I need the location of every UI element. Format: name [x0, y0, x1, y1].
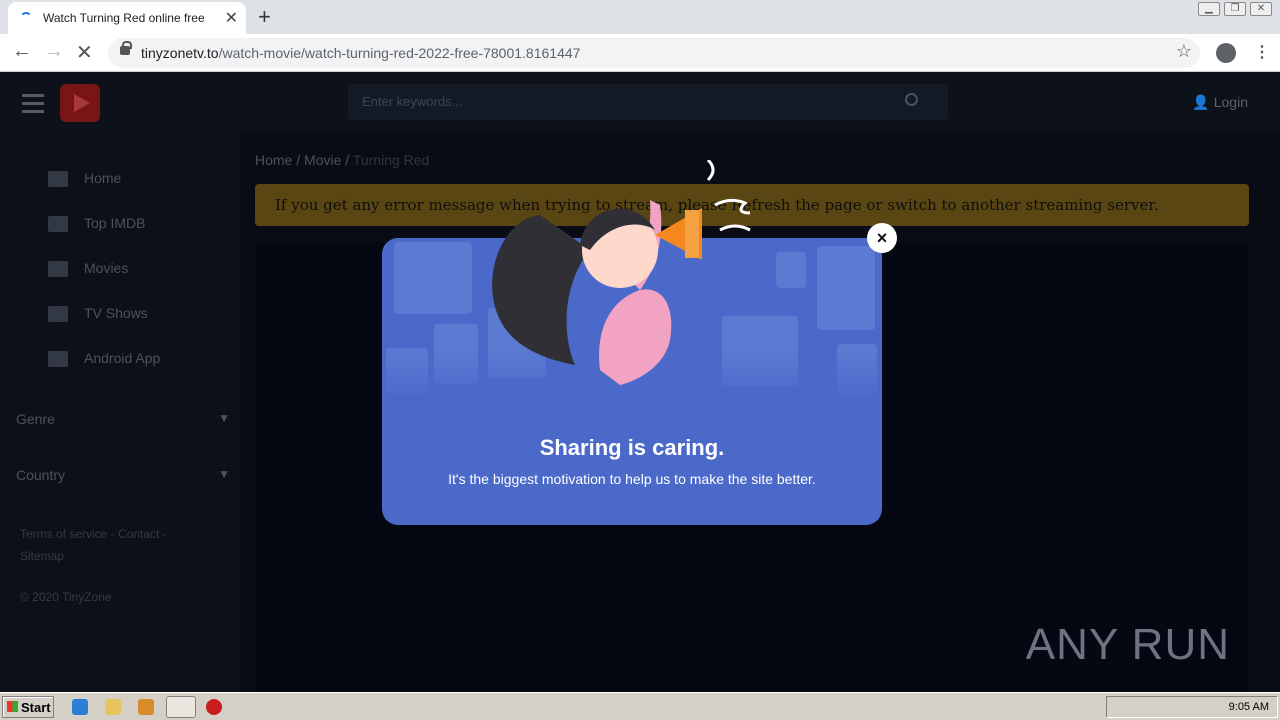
film-icon	[48, 261, 68, 278]
sitemap-link[interactable]: Sitemap	[20, 549, 64, 563]
video-tile	[817, 246, 875, 330]
search-icon[interactable]	[905, 93, 918, 106]
android-icon	[48, 351, 68, 368]
terms-link[interactable]: Terms of service	[20, 527, 107, 541]
browser-menu-icon[interactable]: ⋮	[1254, 42, 1270, 62]
sidebar-item-movies[interactable]: Movies	[48, 260, 128, 278]
forward-icon[interactable]: →	[44, 40, 64, 63]
minimize-icon[interactable]: ▁	[1198, 2, 1220, 16]
chevron-down-icon: ▼	[218, 467, 230, 481]
breadcrumb: Home / Movie / Turning Red	[255, 152, 430, 168]
back-icon[interactable]: ←	[12, 40, 32, 63]
breadcrumb-home[interactable]: Home	[255, 152, 292, 168]
browser-tab[interactable]: Watch Turning Red online free ✕	[8, 2, 246, 34]
hamburger-menu-icon[interactable]	[22, 94, 44, 118]
browser-toolbar: ← → ✕ tinyzonetv.to/watch-movie/watch-tu…	[0, 34, 1280, 72]
footer-links: Terms of service - Contact -	[20, 527, 167, 541]
sidebar-item-top-imdb[interactable]: Top IMDB	[48, 215, 145, 233]
home-icon	[48, 171, 68, 188]
sidebar-country[interactable]: Country ▼	[16, 467, 232, 483]
search-box: Enter keywords...	[348, 84, 948, 120]
bookmark-star-icon[interactable]: ☆	[1176, 41, 1192, 62]
chrome-taskbar-button[interactable]	[166, 696, 196, 718]
sidebar-genre[interactable]: Genre ▼	[16, 411, 232, 427]
lock-icon	[120, 41, 132, 55]
sidebar-item-home[interactable]: Home	[48, 170, 121, 188]
tv-icon	[48, 306, 68, 323]
modal-subtext: It's the biggest motivation to help us t…	[448, 471, 816, 487]
loading-spinner-icon	[20, 12, 32, 24]
search-input[interactable]: Enter keywords...	[362, 94, 462, 109]
copyright: © 2020 TinyZone	[20, 590, 112, 604]
account-icon[interactable]	[1216, 43, 1236, 63]
start-button[interactable]: Start	[2, 696, 54, 718]
rocket-icon	[48, 216, 68, 233]
chevron-down-icon: ▼	[218, 411, 230, 425]
site-header: Enter keywords... 👤 Login	[0, 72, 1280, 132]
sidebar: Home Top IMDB Movies TV Shows Android Ap…	[0, 132, 240, 692]
browser-tab-bar: Watch Turning Red online free ✕ + ▁ ❐ ✕	[0, 0, 1280, 34]
video-tile	[776, 252, 806, 288]
folder-icon[interactable]	[105, 699, 121, 715]
megaphone-girl-illustration	[492, 160, 751, 385]
stop-icon[interactable]: ✕	[76, 40, 93, 65]
anyrun-watermark: ANY RUN	[1025, 620, 1230, 669]
modal-heading: Sharing is caring.	[539, 435, 725, 460]
tab-title: Watch Turning Red online free	[43, 11, 205, 25]
media-player-icon[interactable]	[138, 699, 154, 715]
close-modal-button[interactable]: ×	[867, 223, 897, 253]
clock: 9:05 AM	[1228, 701, 1269, 713]
close-tab-icon[interactable]: ✕	[225, 8, 238, 28]
contact-link[interactable]: Contact	[118, 527, 159, 541]
breadcrumb-current: Turning Red	[352, 152, 430, 168]
ie-icon[interactable]	[72, 699, 88, 715]
close-window-icon[interactable]: ✕	[1250, 2, 1272, 16]
window-controls: ▁ ❐ ✕	[1198, 2, 1272, 16]
url-text: tinyzonetv.to/watch-movie/watch-turning-…	[141, 45, 581, 61]
sidebar-item-android-app[interactable]: Android App	[48, 350, 160, 368]
video-tile	[394, 242, 472, 314]
system-tray: 9:05 AM	[1106, 696, 1278, 718]
opera-icon[interactable]	[206, 699, 222, 715]
new-tab-icon[interactable]: +	[258, 4, 271, 30]
login-button[interactable]: 👤 Login	[1192, 94, 1248, 111]
address-bar[interactable]: tinyzonetv.to/watch-movie/watch-turning-…	[108, 38, 1200, 68]
sidebar-item-tv-shows[interactable]: TV Shows	[48, 305, 148, 323]
windows-taskbar: Start 9:05 AM	[0, 692, 1280, 720]
breadcrumb-movie[interactable]: Movie	[304, 152, 341, 168]
restore-icon[interactable]: ❐	[1224, 2, 1246, 16]
site-logo[interactable]	[60, 84, 100, 122]
